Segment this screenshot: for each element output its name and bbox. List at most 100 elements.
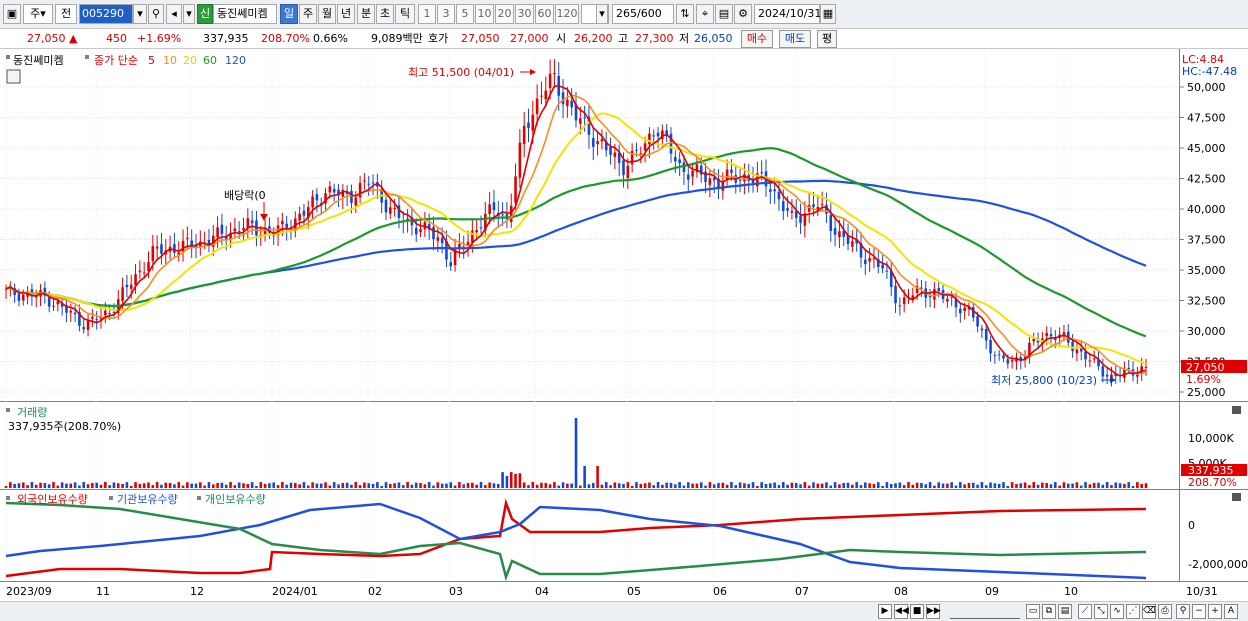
- low-label: 저: [679, 32, 690, 45]
- speaker-icon[interactable]: ◂: [166, 4, 182, 24]
- volume-bar: [1049, 484, 1053, 488]
- candle-body: [134, 274, 137, 285]
- draw-line-icon[interactable]: ⟋: [1078, 604, 1092, 619]
- print-icon[interactable]: ⎙: [1158, 604, 1172, 619]
- fast-forward-icon[interactable]: ▶▶: [926, 604, 941, 619]
- inst-holding-title: 기관보유수량: [117, 493, 178, 506]
- eraser-icon[interactable]: ⌫: [1142, 604, 1156, 619]
- zoom-out-icon[interactable]: −: [1192, 604, 1206, 619]
- rewind-icon[interactable]: ◀◀: [894, 604, 909, 619]
- date-input[interactable]: 2024/10/31: [754, 4, 821, 24]
- period-tick-button[interactable]: 틱: [395, 4, 415, 24]
- volume-bar: [91, 482, 94, 488]
- volume-bar: [436, 482, 440, 488]
- window-icon[interactable]: ▣: [3, 4, 21, 24]
- volume-bar: [69, 483, 73, 488]
- holdings-panel-close-icon[interactable]: [1232, 493, 1241, 501]
- volume-bar: [1123, 483, 1126, 488]
- crosshair-icon[interactable]: ⌖: [696, 4, 714, 24]
- stock-name-field[interactable]: 동진쎄미켐: [213, 4, 277, 24]
- holdings-legend-bullet-3: [197, 496, 201, 500]
- volume-bar: [255, 485, 258, 488]
- layout-icon-2[interactable]: ⧉: [1042, 604, 1056, 619]
- interval-60-button[interactable]: 60: [535, 4, 554, 24]
- stop-icon[interactable]: ■: [910, 604, 924, 619]
- speaker-dropdown-icon[interactable]: ▾: [183, 4, 195, 24]
- chart-type-icon[interactable]: ⇅: [676, 4, 694, 24]
- candle-body: [332, 189, 336, 193]
- candle-body: [851, 241, 854, 247]
- code-dropdown-icon[interactable]: ▾: [133, 4, 147, 24]
- zoom-search-icon[interactable]: ⚲: [1176, 604, 1190, 619]
- period-year-button[interactable]: 년: [337, 4, 355, 24]
- interval-10-button[interactable]: 10: [475, 4, 494, 24]
- candle-body: [708, 178, 712, 185]
- volume-bar: [345, 482, 349, 488]
- volume-bar: [194, 483, 198, 488]
- sell-button[interactable]: 매도: [779, 30, 811, 48]
- prev-button[interactable]: 전: [55, 4, 77, 24]
- stock-code-input[interactable]: 005290: [79, 4, 133, 24]
- price-panel-bg: [0, 49, 1180, 401]
- period-day-button[interactable]: 일: [280, 4, 298, 24]
- chart-canvas[interactable]: 50,000 47,500 45,000 42,500 40,000 37,500 35,0…: [0, 49, 1248, 601]
- price-axis-label: 32,500: [1187, 295, 1226, 308]
- draw-tool-icon[interactable]: ⤡: [1094, 604, 1108, 619]
- holdings-axis-0: 0: [1188, 519, 1195, 532]
- candle-body: [838, 231, 841, 238]
- period-minute-button[interactable]: 분: [357, 4, 375, 24]
- layout-icon-1[interactable]: ▭: [1026, 604, 1040, 619]
- eval-button[interactable]: 평: [817, 30, 837, 48]
- volume-bar: [203, 485, 206, 488]
- trend-tool-icon[interactable]: ∿: [1110, 604, 1124, 619]
- period-month-button[interactable]: 월: [318, 4, 336, 24]
- price-axis-label: 25,000: [1187, 386, 1226, 399]
- volume-bar: [557, 485, 561, 488]
- candle-body: [173, 244, 176, 253]
- volume-bar: [997, 483, 1001, 488]
- volume-bar: [764, 483, 768, 488]
- period-main-select[interactable]: 주▾: [23, 4, 53, 24]
- interval-30-button[interactable]: 30: [515, 4, 534, 24]
- interval-5-button[interactable]: 5: [456, 4, 474, 24]
- interval-120-button[interactable]: 120: [555, 4, 579, 24]
- custom-interval-dropdown-icon[interactable]: ▾: [596, 4, 608, 24]
- fibo-tool-icon[interactable]: ⋰: [1126, 604, 1140, 619]
- volume-bar: [186, 482, 189, 488]
- data-count-field[interactable]: 265/600: [612, 4, 674, 24]
- candle-body: [527, 122, 530, 128]
- volume-bar: [1144, 483, 1148, 488]
- buy-button[interactable]: 매수: [741, 30, 773, 48]
- calendar-icon[interactable]: ▦: [820, 4, 836, 24]
- volume-panel-close-icon[interactable]: [1232, 406, 1241, 414]
- period-second-button[interactable]: 초: [376, 4, 394, 24]
- interval-20-button[interactable]: 20: [495, 4, 514, 24]
- volume-bar: [272, 482, 276, 488]
- zoom-slider[interactable]: [950, 604, 1020, 619]
- volume-bar: [1097, 482, 1100, 488]
- zoom-in-icon[interactable]: +: [1208, 604, 1222, 619]
- table-icon[interactable]: [6, 69, 21, 84]
- volume-bar: [294, 482, 297, 488]
- period-week-button[interactable]: 주: [299, 4, 317, 24]
- candle-body: [414, 228, 418, 235]
- save-icon[interactable]: ▤: [715, 4, 733, 24]
- hc-label: HC:-47.48: [1182, 65, 1237, 78]
- interval-3-button[interactable]: 3: [437, 4, 455, 24]
- layout-icon-3[interactable]: ▤: [1058, 604, 1072, 619]
- search-icon[interactable]: ⚲: [148, 4, 164, 24]
- candle-body: [566, 99, 569, 107]
- font-size-icon[interactable]: A: [1224, 604, 1238, 619]
- volume-axis-10000k: 10,000K: [1188, 432, 1234, 445]
- scroll-right-icon[interactable]: ▶: [878, 604, 892, 619]
- candle-body: [790, 210, 794, 213]
- candle-body: [773, 189, 776, 192]
- chart-area[interactable]: 50,000 47,500 45,000 42,500 40,000 37,500 35,0…: [0, 49, 1248, 601]
- candle-body: [389, 207, 392, 214]
- volume-bar: [367, 483, 371, 488]
- high-price: 27,300: [635, 32, 674, 45]
- date-axis-label: 03: [449, 585, 463, 598]
- settings-icon[interactable]: ⚙: [734, 4, 752, 24]
- volume-bar: [548, 484, 552, 488]
- interval-1-button[interactable]: 1: [418, 4, 436, 24]
